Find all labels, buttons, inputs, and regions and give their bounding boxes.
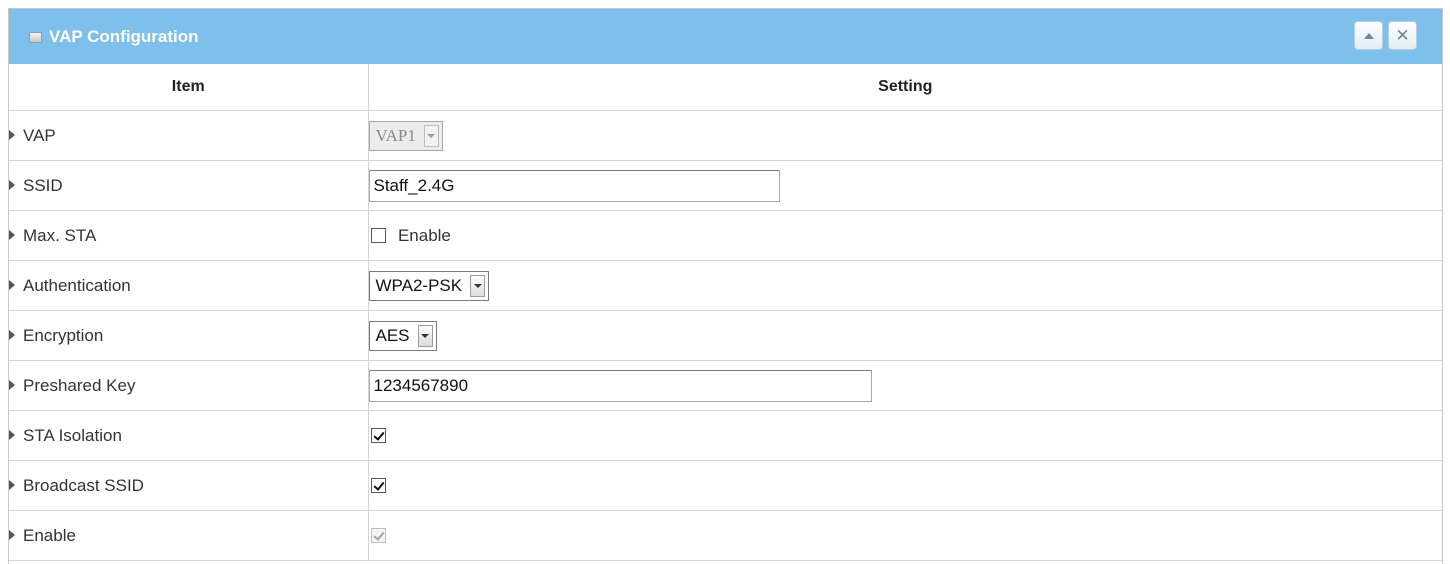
item-cell: Max. STA [9,210,369,261]
table-row-preshared-key: Preshared Key [9,360,1442,411]
panel-title: VAP Configuration [49,27,199,46]
dropdown-arrow-icon [417,324,433,347]
close-x-icon: ✕ [1395,25,1410,45]
max-sta-enable-label: Enable [397,225,451,245]
table-row-broadcast-ssid: Broadcast SSID [9,460,1442,511]
setting-cell [367,460,1442,511]
collapse-button[interactable] [1354,21,1383,50]
item-cell: Encryption [9,310,369,361]
bullet-arrow-icon [9,279,15,290]
item-label-vap: VAP [23,125,56,145]
max-sta-enable-checkbox[interactable] [370,228,386,243]
title-bullet-icon [29,32,42,43]
item-cell: STA Isolation [9,410,369,461]
encryption-select[interactable]: AES [368,320,437,351]
table-row-authentication: Authentication WPA2-PSK [9,260,1442,311]
item-label-encryption: Encryption [23,325,104,345]
item-label-max-sta: Max. STA [23,225,97,245]
table-header-row: Item Setting [9,64,1442,111]
item-cell: Preshared Key [9,360,369,411]
column-header-setting: Setting [367,64,1442,111]
encryption-select-value: AES [375,325,410,345]
authentication-select[interactable]: WPA2-PSK [368,270,490,301]
vap-select-value: VAP1 [375,125,416,145]
table-row-encryption: Encryption AES [9,310,1442,361]
item-cell: SSID [9,160,369,211]
broadcast-ssid-checkbox[interactable] [370,477,386,493]
bullet-arrow-icon [9,429,15,440]
item-label-ssid: SSID [23,175,63,195]
preshared-key-input[interactable] [368,369,872,402]
bullet-arrow-icon [9,229,15,240]
setting-cell [367,360,1442,411]
setting-cell [367,160,1442,211]
setting-cell [367,410,1442,461]
item-cell: Broadcast SSID [9,460,369,511]
authentication-select-value: WPA2-PSK [375,275,463,295]
item-label-sta-isolation: STA Isolation [23,425,122,445]
dropdown-arrow-icon [470,274,486,297]
table-row-sta-isolation: STA Isolation [9,410,1442,461]
table-row-vap: VAP VAP1 [9,110,1442,161]
item-label-broadcast-ssid: Broadcast SSID [23,475,144,495]
column-header-item: Item [9,64,369,111]
item-label-enable: Enable [23,525,76,545]
setting-cell: Enable [367,210,1442,261]
bullet-arrow-icon [9,529,15,540]
triangle-up-icon [1363,32,1374,39]
vap-select[interactable]: VAP1 [368,120,443,151]
table-row-enable: Enable [9,510,1442,561]
setting-cell: WPA2-PSK [367,260,1442,311]
table-row-ssid: SSID [9,160,1442,211]
dropdown-arrow-icon [423,124,439,147]
settings-table: Item Setting VAP VAP1 SSID Max. STA Enab… [9,64,1442,561]
bullet-arrow-icon [9,179,15,190]
setting-cell [367,510,1442,561]
setting-cell: VAP1 [367,110,1442,161]
sta-isolation-checkbox[interactable] [370,427,386,443]
item-label-preshared-key: Preshared Key [23,375,136,395]
panel-titlebar: VAP Configuration ✕ [9,9,1442,64]
item-cell: Authentication [9,260,369,311]
table-row-max-sta: Max. STA Enable [9,210,1442,261]
item-label-authentication: Authentication [23,275,131,295]
ssid-input[interactable] [368,169,780,202]
item-cell: Enable [9,510,369,561]
enable-checkbox[interactable] [370,527,386,543]
bullet-arrow-icon [9,479,15,490]
bullet-arrow-icon [9,129,15,140]
close-button[interactable]: ✕ [1388,21,1417,50]
setting-cell: AES [367,310,1442,361]
item-cell: VAP [9,110,369,161]
bullet-arrow-icon [9,379,15,390]
vap-configuration-panel: VAP Configuration ✕ Item Setting VAP VAP… [8,8,1443,564]
bullet-arrow-icon [9,329,15,340]
